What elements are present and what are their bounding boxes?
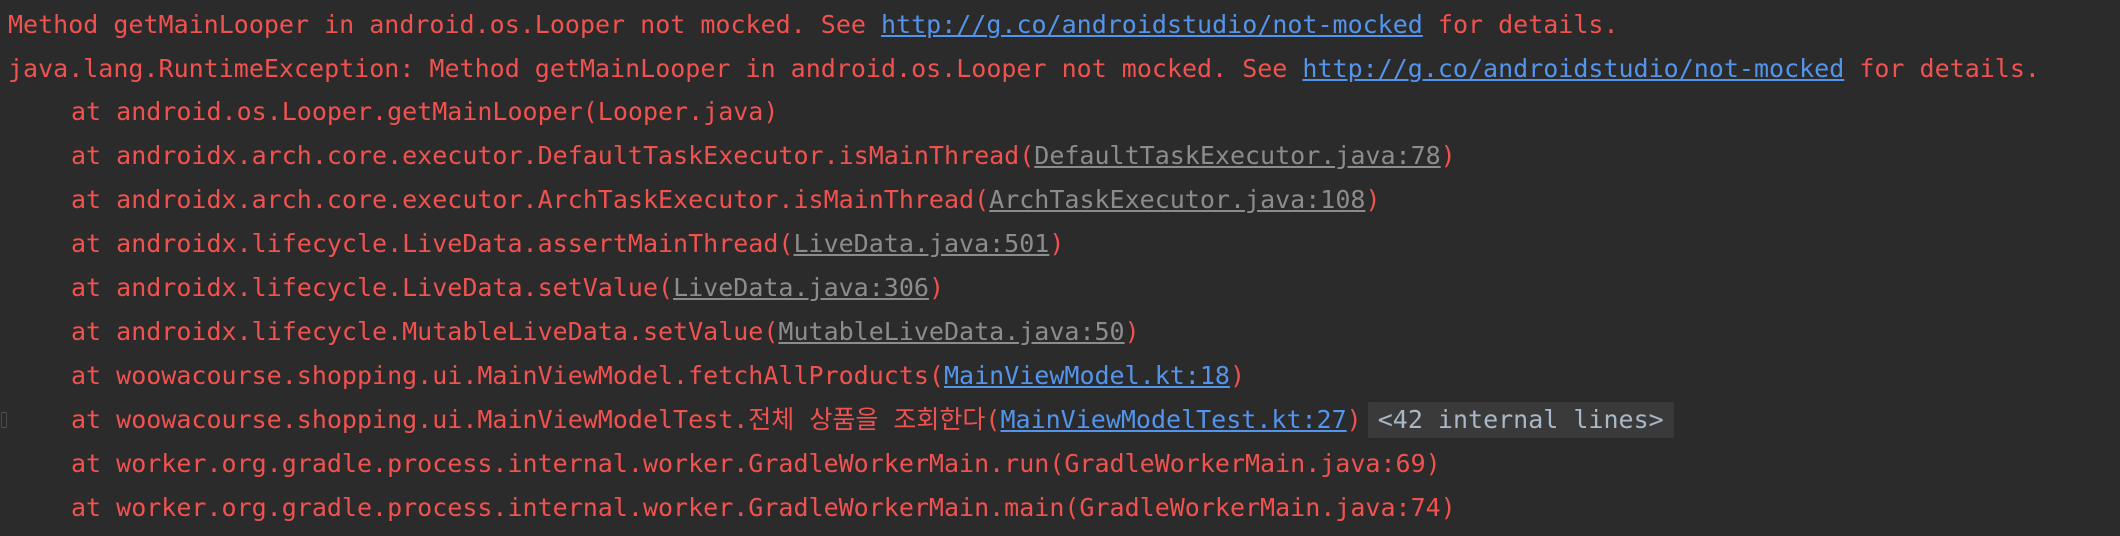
stack-frame-assert-main-thread: at androidx.lifecycle.LiveData.assertMai… xyxy=(71,224,1064,264)
console-output: Method getMainLooper in android.os.Loope… xyxy=(0,0,2120,536)
source-link[interactable]: LiveData.java:306 xyxy=(673,273,929,302)
error-message-suffix: for details. xyxy=(1422,10,1619,39)
stack-frame-close: ) xyxy=(1229,361,1246,390)
internal-lines-fold[interactable]: <42 internal lines> xyxy=(1367,402,1674,438)
not-mocked-link[interactable]: http://g.co/androidstudio/not-mocked xyxy=(881,10,1423,39)
stack-frame-text: at androidx.arch.core.executor.DefaultTa… xyxy=(71,141,1035,170)
source-link[interactable]: LiveData.java:501 xyxy=(793,229,1049,258)
stack-frame-mutable-livedata-setvalue: at androidx.lifecycle.MutableLiveData.se… xyxy=(71,312,1140,352)
source-link[interactable]: MainViewModel.kt:18 xyxy=(944,361,1230,390)
exception-suffix: for details. xyxy=(1844,54,2040,83)
stack-frame-close: ) xyxy=(1049,229,1065,258)
stack-frame-text: at worker.org.gradle.process.internal.wo… xyxy=(71,449,1441,478)
stack-frame-text: at androidx.lifecycle.MutableLiveData.se… xyxy=(71,317,779,346)
exception-line: java.lang.RuntimeException: Method getMa… xyxy=(8,49,2040,89)
exception-not-mocked-link[interactable]: http://g.co/androidstudio/not-mocked xyxy=(1302,54,1844,83)
stack-frame-default-task-executor: at androidx.arch.core.executor.DefaultTa… xyxy=(71,136,1456,176)
stack-frame-gradle-worker-main: at worker.org.gradle.process.internal.wo… xyxy=(71,488,1456,528)
stack-frame-text: at android.os.Looper.getMainLooper(Loope… xyxy=(71,97,779,126)
source-link[interactable]: MainViewModelTest.kt:27 xyxy=(1000,405,1346,434)
stack-frame-view-model-test: at woowacourse.shopping.ui.MainViewModel… xyxy=(71,400,1674,440)
stack-frame-arch-task-executor: at androidx.arch.core.executor.ArchTaskE… xyxy=(71,180,1381,220)
stack-frame-looper: at android.os.Looper.getMainLooper(Loope… xyxy=(71,92,778,132)
stack-frame-close: ) xyxy=(1440,141,1456,170)
fold-gutter-icon[interactable] xyxy=(1,412,7,428)
stack-frame-close: ) xyxy=(1124,317,1140,346)
error-message-line: Method getMainLooper in android.os.Loope… xyxy=(8,5,1619,45)
source-link[interactable]: MutableLiveData.java:50 xyxy=(778,317,1124,346)
stack-frame-text: at woowacourse.shopping.ui.MainViewModel… xyxy=(71,361,944,390)
stack-frame-close: ) xyxy=(928,273,944,302)
stack-frame-close: ) xyxy=(1346,405,1362,434)
stack-frame-text: at androidx.lifecycle.LiveData.assertMai… xyxy=(71,229,794,258)
stack-frame-gradle-worker-run: at worker.org.gradle.process.internal.wo… xyxy=(71,444,1441,484)
stack-frame-text: at androidx.arch.core.executor.ArchTaskE… xyxy=(71,185,990,214)
stack-frame-text: at androidx.lifecycle.LiveData.setValue( xyxy=(71,273,674,302)
stack-frame-livedata-setvalue: at androidx.lifecycle.LiveData.setValue(… xyxy=(71,268,944,308)
stack-frame-text: at worker.org.gradle.process.internal.wo… xyxy=(71,493,1456,522)
source-link[interactable]: ArchTaskExecutor.java:108 xyxy=(989,185,1365,214)
source-link[interactable]: DefaultTaskExecutor.java:78 xyxy=(1034,141,1440,170)
stack-frame-text: at woowacourse.shopping.ui.MainViewModel… xyxy=(71,405,1001,434)
exception-text: java.lang.RuntimeException: Method getMa… xyxy=(8,54,1303,83)
stack-frame-fetch-all-products: at woowacourse.shopping.ui.MainViewModel… xyxy=(71,356,1245,396)
stack-frame-close: ) xyxy=(1365,185,1381,214)
error-message-text: Method getMainLooper in android.os.Loope… xyxy=(8,10,881,39)
